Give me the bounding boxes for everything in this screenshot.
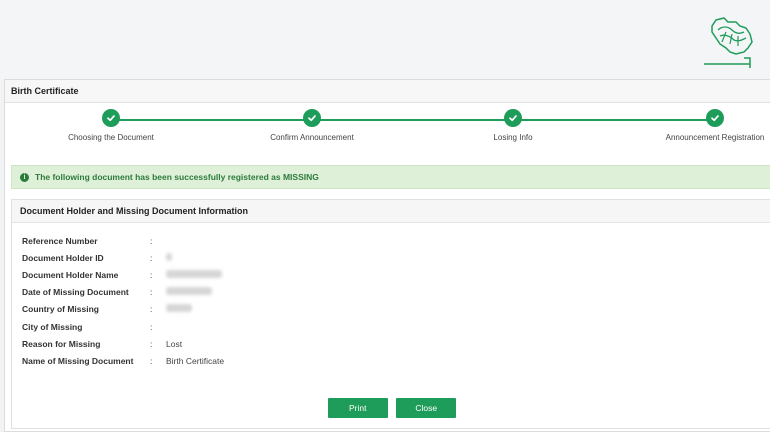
- step-check-icon: [102, 109, 120, 127]
- step-confirm-announcement: Confirm Announcement: [237, 109, 387, 142]
- row-label: Country of Missing: [22, 304, 99, 315]
- step-label: Announcement Registration: [665, 133, 765, 142]
- progress-stepper: Choosing the Document Confirm Announceme…: [5, 103, 770, 163]
- info-row-reference-number: Reference Number :: [12, 232, 770, 249]
- row-value: Lost: [166, 338, 183, 349]
- row-value-redacted: [166, 252, 172, 263]
- action-buttons: Print Close: [12, 398, 770, 418]
- stepper-line: [111, 119, 717, 121]
- row-label: Document Holder Name: [22, 269, 119, 280]
- step-check-icon: [706, 109, 724, 127]
- step-announcement-registration: Announcement Registration: [640, 109, 770, 142]
- step-label: Choosing the Document: [68, 133, 154, 142]
- row-label: Name of Missing Document: [22, 355, 134, 366]
- step-label: Losing Info: [493, 133, 533, 142]
- step-choosing-document: Choosing the Document: [36, 109, 186, 142]
- top-banner: [0, 0, 770, 80]
- info-row-reason-missing: Reason for Missing : Lost: [12, 335, 770, 352]
- step-label: Confirm Announcement: [270, 133, 354, 142]
- birth-certificate-panel: Birth Certificate Choosing the Document …: [4, 79, 770, 432]
- info-rows: Reference Number : Document Holder ID : …: [12, 223, 770, 370]
- page-title: Birth Certificate: [5, 80, 770, 103]
- alert-text: The following document has been successf…: [35, 172, 319, 182]
- step-losing-info: Losing Info: [438, 109, 588, 142]
- info-row-country-missing: Country of Missing :: [12, 301, 770, 318]
- info-row-holder-id: Document Holder ID :: [12, 249, 770, 266]
- row-label: Date of Missing Document: [22, 287, 129, 298]
- info-row-document-name: Name of Missing Document : Birth Certifi…: [12, 352, 770, 369]
- step-check-icon: [504, 109, 522, 127]
- row-label: Document Holder ID: [22, 252, 104, 263]
- info-circle-icon: i: [20, 172, 29, 182]
- row-label: Reference Number: [22, 235, 98, 246]
- document-info-section: Document Holder and Missing Document Inf…: [11, 199, 770, 429]
- row-label: City of Missing: [22, 321, 83, 332]
- step-check-icon: [303, 109, 321, 127]
- info-row-city-missing: City of Missing :: [12, 318, 770, 335]
- row-label: Reason for Missing: [22, 338, 101, 349]
- print-button[interactable]: Print: [327, 398, 388, 418]
- row-value-redacted: [166, 287, 212, 297]
- section-title: Document Holder and Missing Document Inf…: [12, 200, 770, 223]
- info-row-date-missing: Date of Missing Document :: [12, 284, 770, 301]
- row-value-redacted: [166, 304, 192, 314]
- info-row-holder-name: Document Holder Name :: [12, 266, 770, 283]
- row-value-redacted: [166, 269, 222, 280]
- success-alert: i The following document has been succes…: [11, 165, 770, 189]
- row-value: Birth Certificate: [166, 355, 225, 366]
- saudi-map-logo-icon: [704, 17, 753, 68]
- close-button[interactable]: Close: [396, 398, 457, 418]
